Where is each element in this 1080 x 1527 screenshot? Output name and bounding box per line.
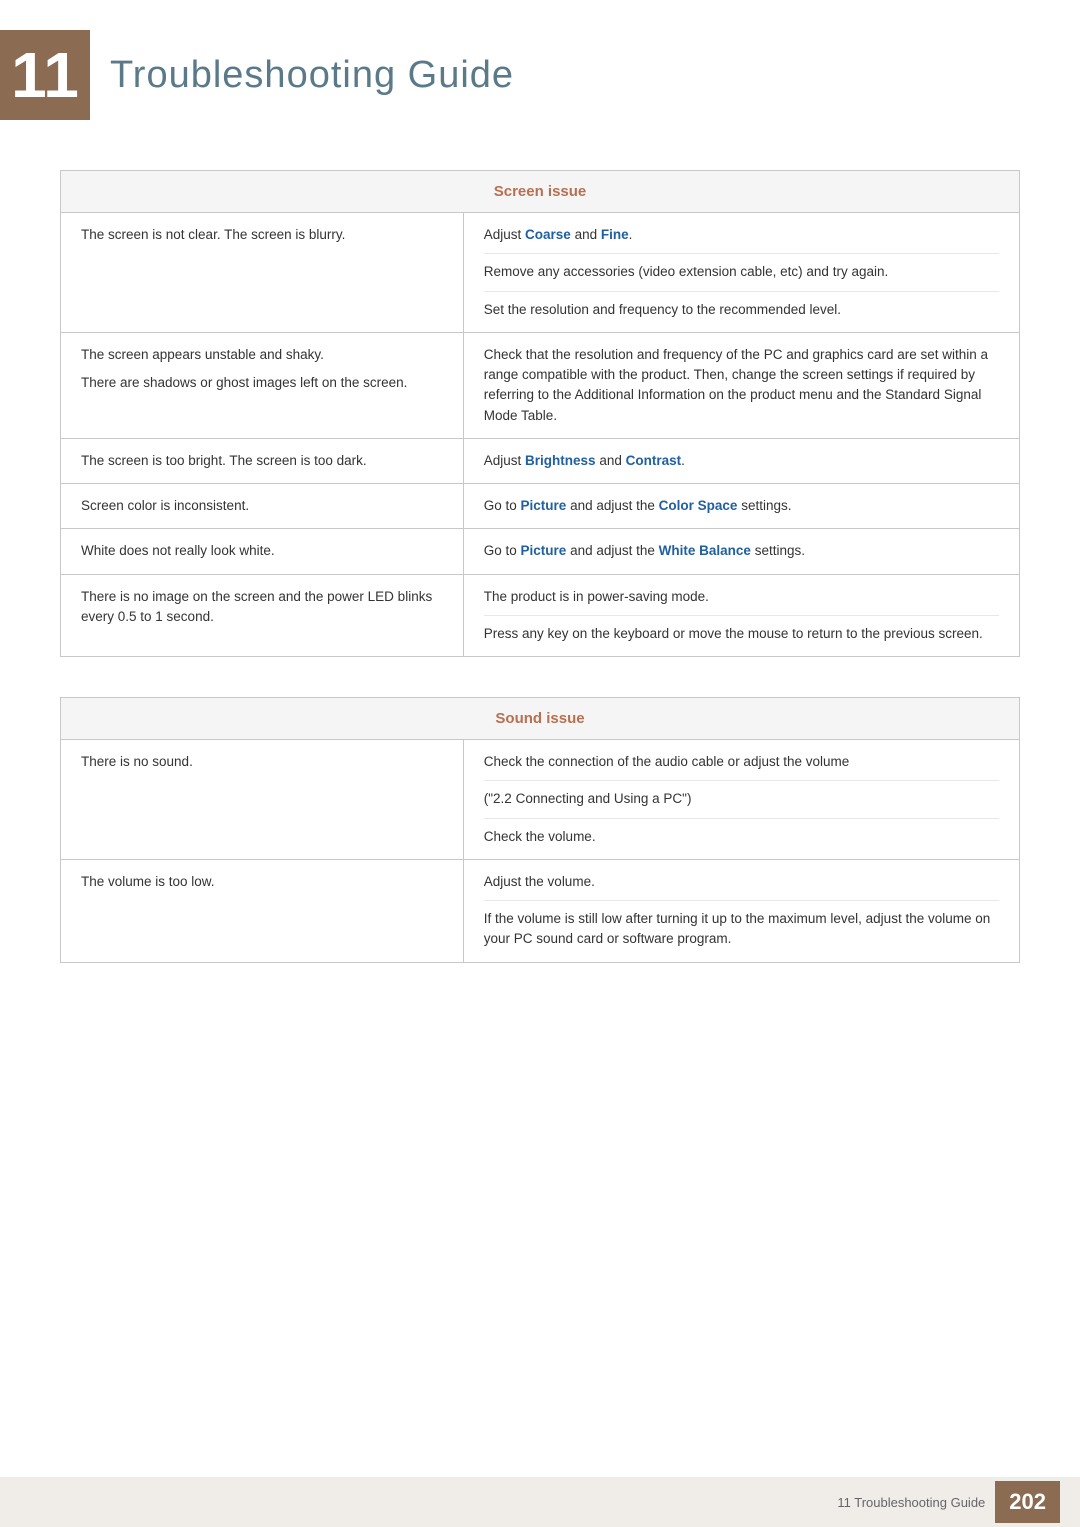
- solution-entry: Adjust Coarse and Fine.: [484, 225, 999, 254]
- issue-text: Screen color is inconsistent.: [81, 498, 249, 513]
- bold-picture2: Picture: [521, 543, 567, 558]
- solution-cell: Adjust the volume. If the volume is stil…: [463, 859, 1019, 962]
- solution-cell: Adjust Brightness and Contrast.: [463, 438, 1019, 483]
- bold-coarse: Coarse: [525, 227, 571, 242]
- solution-entry: Press any key on the keyboard or move th…: [484, 616, 999, 644]
- solution-entry: Adjust the volume.: [484, 872, 999, 901]
- page-title: Troubleshooting Guide: [110, 54, 514, 97]
- issue-cell: The screen is too bright. The screen is …: [61, 438, 464, 483]
- issue-text: White does not really look white.: [81, 543, 275, 558]
- bold-color-space: Color Space: [659, 498, 738, 513]
- table-row: The volume is too low. Adjust the volume…: [61, 859, 1020, 962]
- solution-entry: Check the volume.: [484, 819, 999, 847]
- page-footer: 11 Troubleshooting Guide 202: [0, 1477, 1080, 1527]
- issue-text: The screen is not clear. The screen is b…: [81, 227, 345, 242]
- table-row: There is no sound. Check the connection …: [61, 740, 1020, 860]
- footer-page-badge: 202: [995, 1481, 1060, 1523]
- issue-text: There is no sound.: [81, 754, 193, 769]
- bold-brightness: Brightness: [525, 453, 596, 468]
- screen-issue-table: Screen issue The screen is not clear. Th…: [60, 170, 1020, 657]
- solution-entry: Check the connection of the audio cable …: [484, 752, 999, 781]
- issue-text: The screen appears unstable and shaky.: [81, 345, 443, 365]
- bold-white-balance: White Balance: [659, 543, 751, 558]
- table-row: The screen appears unstable and shaky. T…: [61, 332, 1020, 438]
- solution-cell: Go to Picture and adjust the White Balan…: [463, 529, 1019, 574]
- table-row: White does not really look white. Go to …: [61, 529, 1020, 574]
- screen-table-header: Screen issue: [61, 171, 1020, 213]
- issue-text: The screen is too bright. The screen is …: [81, 453, 367, 468]
- chapter-number: 11: [11, 43, 79, 107]
- issue-cell: The screen appears unstable and shaky. T…: [61, 332, 464, 438]
- solution-cell: Check that the resolution and frequency …: [463, 332, 1019, 438]
- footer-text: 11 Troubleshooting Guide: [837, 1495, 985, 1510]
- issue-cell: Screen color is inconsistent.: [61, 484, 464, 529]
- sound-table-header-row: Sound issue: [61, 698, 1020, 740]
- table-row: Screen color is inconsistent. Go to Pict…: [61, 484, 1020, 529]
- solution-cell: Go to Picture and adjust the Color Space…: [463, 484, 1019, 529]
- solution-entry: If the volume is still low after turning…: [484, 901, 999, 950]
- issue-cell: White does not really look white.: [61, 529, 464, 574]
- sound-issue-table: Sound issue There is no sound. Check the…: [60, 697, 1020, 963]
- table-row: The screen is not clear. The screen is b…: [61, 213, 1020, 333]
- issue-cell: There is no sound.: [61, 740, 464, 860]
- issue-text-2: There are shadows or ghost images left o…: [81, 373, 443, 393]
- solution-entry: Set the resolution and frequency to the …: [484, 292, 999, 320]
- solution-entry: Remove any accessories (video extension …: [484, 254, 999, 291]
- chapter-number-box: 11: [0, 30, 90, 120]
- page-header: 11 Troubleshooting Guide: [0, 0, 1080, 140]
- content-area: Screen issue The screen is not clear. Th…: [0, 170, 1080, 963]
- solution-entry: Go to Picture and adjust the White Balan…: [484, 541, 999, 561]
- bold-picture: Picture: [521, 498, 567, 513]
- issue-cell: The volume is too low.: [61, 859, 464, 962]
- bold-contrast: Contrast: [626, 453, 682, 468]
- solution-entry: ("2.2 Connecting and Using a PC"): [484, 781, 999, 818]
- issue-cell: The screen is not clear. The screen is b…: [61, 213, 464, 333]
- solution-entry: Go to Picture and adjust the Color Space…: [484, 496, 999, 516]
- bold-fine: Fine: [601, 227, 629, 242]
- issue-text: The volume is too low.: [81, 874, 215, 889]
- issue-cell: There is no image on the screen and the …: [61, 574, 464, 657]
- table-row: There is no image on the screen and the …: [61, 574, 1020, 657]
- issue-text: There is no image on the screen and the …: [81, 589, 432, 624]
- sound-table-header: Sound issue: [61, 698, 1020, 740]
- solution-entry: Check that the resolution and frequency …: [484, 345, 999, 426]
- table-row: The screen is too bright. The screen is …: [61, 438, 1020, 483]
- solution-cell: Adjust Coarse and Fine. Remove any acces…: [463, 213, 1019, 333]
- screen-table-header-row: Screen issue: [61, 171, 1020, 213]
- solution-entry: The product is in power-saving mode.: [484, 587, 999, 616]
- solution-cell: Check the connection of the audio cable …: [463, 740, 1019, 860]
- solution-entry: Adjust Brightness and Contrast.: [484, 451, 999, 471]
- solution-cell: The product is in power-saving mode. Pre…: [463, 574, 1019, 657]
